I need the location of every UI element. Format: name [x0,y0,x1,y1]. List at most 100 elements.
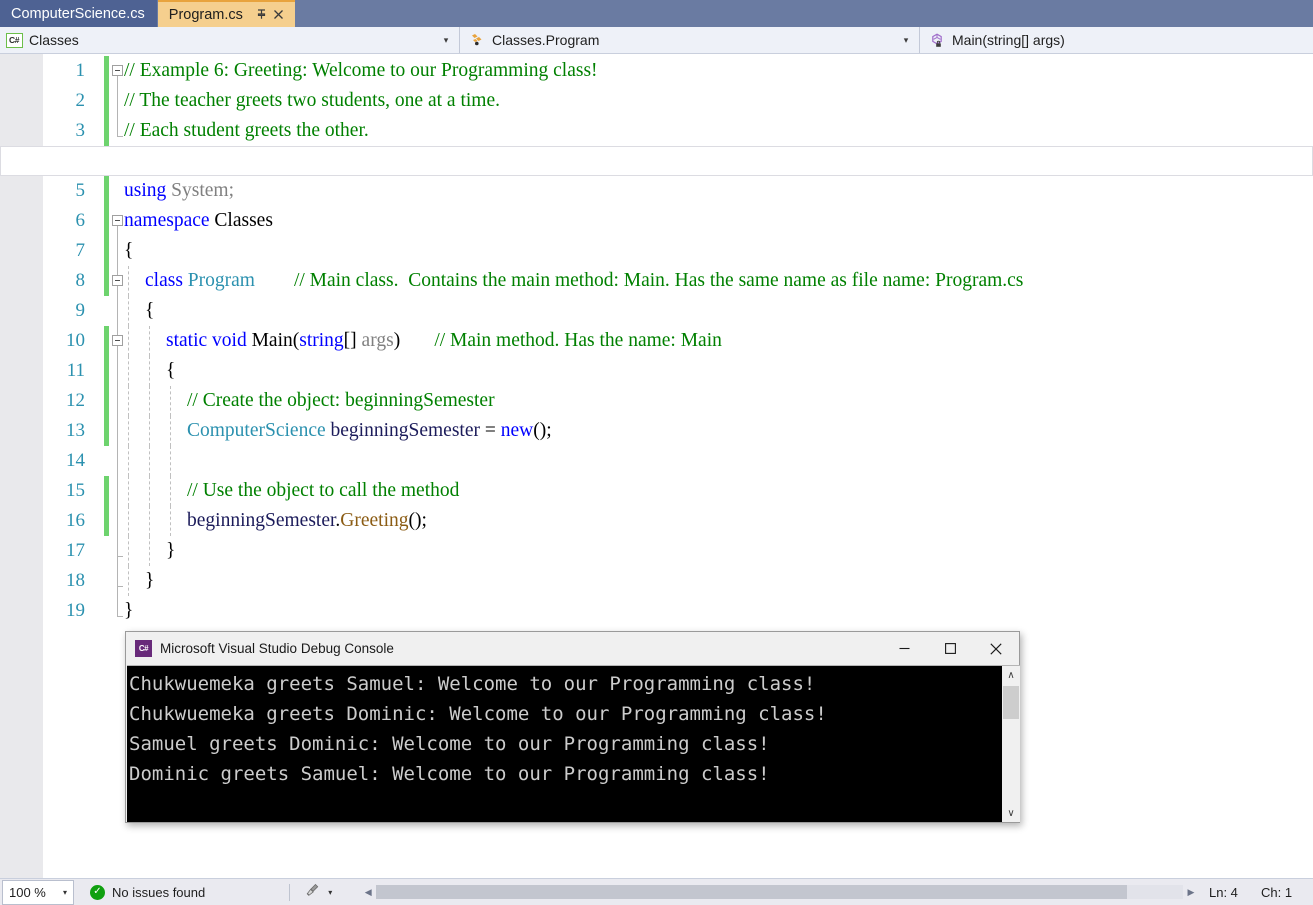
cursor-column-indicator: Ch: 1 [1261,884,1293,900]
indent-guide [170,416,171,446]
code-line-text: { [124,240,133,261]
code-line[interactable]: { [0,296,1313,326]
code-cleanup-control[interactable]: ▾ [304,882,332,902]
code-line[interactable] [0,446,1313,476]
indent-guide [128,386,129,416]
close-icon[interactable] [973,632,1019,665]
tab-computerscience-cs[interactable]: ComputerScience.cs [0,0,158,27]
indent-guide [128,266,129,296]
code-line[interactable]: ComputerScience beginningSemester = new(… [0,416,1313,446]
hscrollbar-thumb[interactable] [376,885,1127,899]
maximize-icon[interactable] [927,632,973,665]
code-line[interactable]: using System; [0,176,1313,206]
editor-horizontal-scrollbar[interactable]: ◀ ▶ [360,883,1199,901]
chevron-down-icon[interactable]: ▾ [437,35,455,46]
tab-label: Program.cs [168,6,243,23]
project-dropdown-value: Classes [29,32,79,48]
cursor-line-indicator: Ln: 4 [1209,884,1238,900]
tab-label: ComputerScience.cs [11,5,145,22]
chevron-down-icon[interactable]: ▾ [57,888,73,897]
broom-icon[interactable] [304,882,321,902]
code-line[interactable]: // Each student greets the other. [0,116,1313,146]
csharp-console-icon: C# [135,640,152,657]
indent-guide [149,506,150,536]
code-token: string [299,330,344,351]
method-private-icon [928,31,946,49]
console-vertical-scrollbar[interactable]: ∧ ∨ [1002,666,1020,822]
status-divider [289,883,291,901]
code-token: static void [166,330,252,351]
indent-guide [128,296,129,326]
code-token: (); [408,510,427,531]
console-output-line: Samuel greets Dominic: Welcome to our Pr… [129,733,770,755]
code-line[interactable] [0,146,1313,176]
code-token: // Example 6: Greeting: Welcome to our P… [124,60,598,81]
code-line[interactable]: // Create the object: beginningSemester [0,386,1313,416]
code-token: // The teacher greets two students, one … [124,90,500,111]
console-titlebar[interactable]: C# Microsoft Visual Studio Debug Console [126,632,1019,665]
indent-guide [170,386,171,416]
code-line-text: namespace Classes [124,210,273,231]
code-line[interactable]: // Example 6: Greeting: Welcome to our P… [0,56,1313,86]
editor-tab-strip: ComputerScience.cs Program.cs [0,0,1313,27]
console-output-text: Chukwuemeka greets Samuel: Welcome to ou… [127,666,1002,822]
close-icon[interactable] [270,6,287,23]
code-line[interactable]: } [0,566,1313,596]
indent-guide [149,476,150,506]
indent-guide [149,446,150,476]
indent-guide [149,326,150,356]
code-line[interactable]: beginningSemester.Greeting(); [0,506,1313,536]
code-line-text: static void Main(string[] args) // Main … [124,330,722,351]
code-token: { [145,300,155,321]
type-dropdown[interactable]: Classes.Program ▾ [460,27,920,53]
code-token: (); [533,420,552,441]
code-line[interactable]: // The teacher greets two students, one … [0,86,1313,116]
indent-guide [170,476,171,506]
indent-guide [128,476,129,506]
member-dropdown[interactable]: Main(string[] args) [920,27,1313,53]
scrollbar-track[interactable] [1002,684,1020,804]
status-bar: 100 % ▾ ✓ No issues found ▾ ◀ ▶ Ln: 4 Ch… [0,878,1313,905]
debug-console-window[interactable]: C# Microsoft Visual Studio Debug Console… [125,631,1020,823]
scroll-up-icon[interactable]: ∧ [1002,666,1020,684]
code-line[interactable]: class Program // Main class. Contains th… [0,266,1313,296]
pin-icon[interactable] [253,6,270,23]
console-output-area[interactable]: Chukwuemeka greets Samuel: Welcome to ou… [127,665,1020,822]
code-token: // Main method. Has the name: Main [434,330,722,351]
minimize-icon[interactable] [881,632,927,665]
indent-guide [128,536,129,566]
code-token: } [124,600,134,621]
code-line-text: using System; [124,180,234,201]
chevron-down-icon[interactable]: ▾ [328,888,332,897]
indent-guide [128,506,129,536]
code-token: System; [171,180,234,201]
issues-status[interactable]: ✓ No issues found [90,884,205,900]
code-line-text: // Use the object to call the method [124,480,459,501]
code-token: [] [343,330,362,351]
tab-program-cs[interactable]: Program.cs [157,0,295,27]
code-line[interactable]: static void Main(string[] args) // Main … [0,326,1313,356]
code-token: ComputerScience [187,420,326,441]
type-dropdown-value: Classes.Program [492,32,600,48]
scroll-down-icon[interactable]: ∨ [1002,804,1020,822]
code-line[interactable]: { [0,236,1313,266]
console-title: Microsoft Visual Studio Debug Console [160,641,394,656]
indent-guide [149,356,150,386]
code-line[interactable]: } [0,536,1313,566]
scrollbar-thumb[interactable] [1003,686,1019,719]
hscrollbar-track[interactable] [376,885,1183,899]
code-line-text: // The teacher greets two students, one … [124,90,500,111]
indent-guide [149,386,150,416]
scroll-right-icon[interactable]: ▶ [1183,883,1199,901]
code-line[interactable]: } [0,596,1313,626]
project-dropdown[interactable]: C# Classes ▾ [0,27,460,53]
indent-guide [128,326,129,356]
chevron-down-icon[interactable]: ▾ [897,35,915,46]
zoom-level-dropdown[interactable]: 100 % ▾ [2,879,74,905]
code-line[interactable]: // Use the object to call the method [0,476,1313,506]
scroll-left-icon[interactable]: ◀ [360,883,376,901]
code-line[interactable]: { [0,356,1313,386]
console-output-line: Dominic greets Samuel: Welcome to our Pr… [129,763,770,785]
code-line[interactable]: namespace Classes [0,206,1313,236]
